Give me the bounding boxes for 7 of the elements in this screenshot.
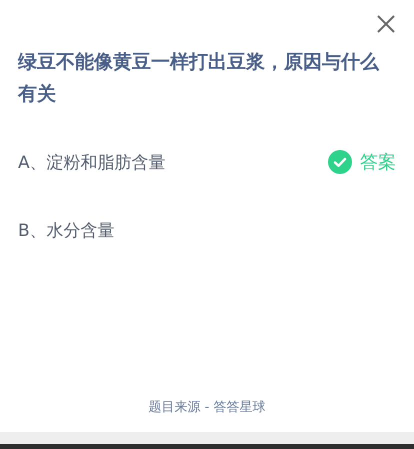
- answer-label: 答案: [360, 151, 396, 174]
- question-text: 绿豆不能像黄豆一样打出豆浆，原因与什么有关: [18, 50, 380, 107]
- close-icon: [376, 14, 396, 34]
- answer-option[interactable]: B、水分含量: [0, 216, 414, 244]
- answer-option[interactable]: A、淀粉和脂肪含量 答案: [0, 148, 414, 176]
- check-icon: [328, 150, 352, 174]
- source-text: 题目来源 - 答答星球: [148, 399, 266, 416]
